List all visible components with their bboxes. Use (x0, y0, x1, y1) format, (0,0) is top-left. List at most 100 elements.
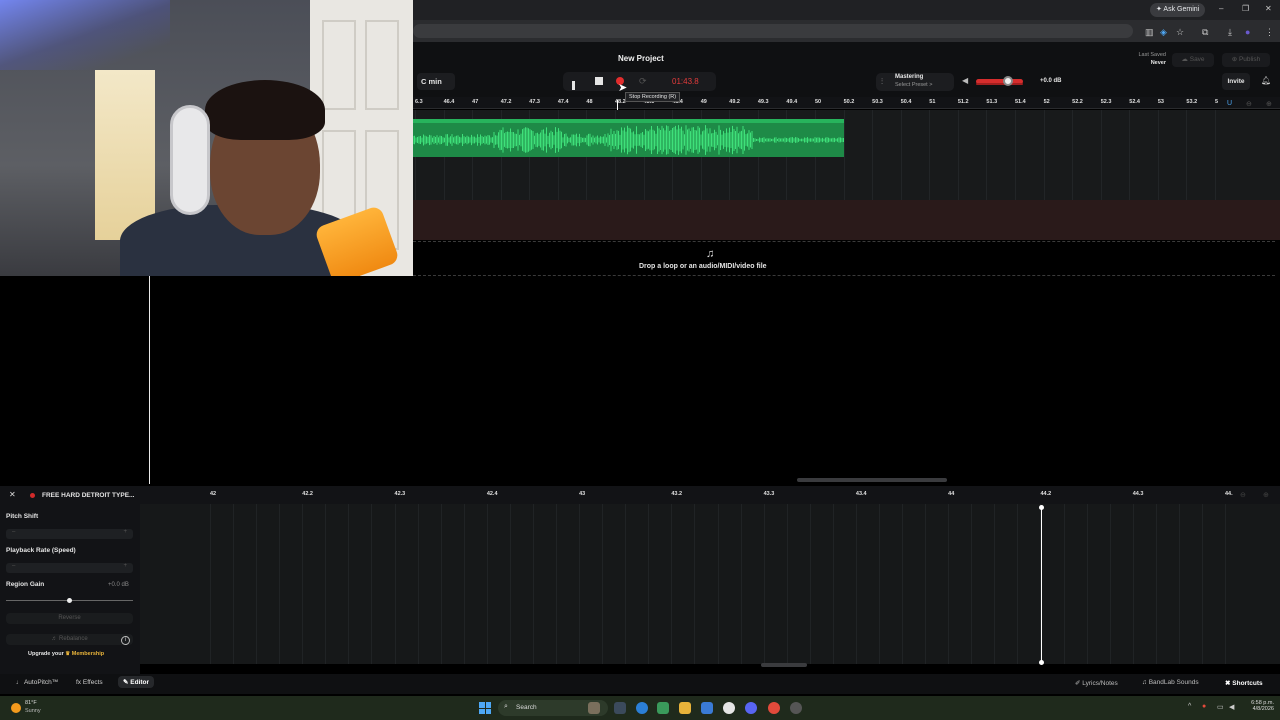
editor-ruler-tick: 44. (1225, 491, 1233, 497)
stop-icon[interactable] (595, 77, 603, 85)
weather-temp[interactable]: 81°F (25, 700, 37, 706)
time-display: 01:43.8 (672, 77, 699, 86)
editor-playhead[interactable] (1041, 507, 1042, 663)
sidebar-icon[interactable]: ▥ (1145, 27, 1154, 38)
editor-grid-line (1225, 504, 1226, 664)
minus-icon[interactable]: – (12, 529, 15, 535)
horizontal-scrollbar[interactable] (797, 478, 947, 482)
weather-condition[interactable]: Sunny (25, 708, 41, 714)
reverse-button[interactable]: Reverse (6, 613, 133, 624)
editor-grid-line (1201, 504, 1203, 664)
zoom-in-icon[interactable]: ⊕ (1266, 100, 1272, 108)
address-bar[interactable] (413, 24, 1133, 38)
file-explorer-icon[interactable] (679, 702, 691, 714)
minus-icon[interactable]: – (12, 563, 15, 569)
copilot-icon[interactable] (657, 702, 669, 714)
playback-rate-label: Playback Rate (Speed) (6, 547, 76, 554)
editor-ruler-tick: 42.3 (394, 491, 406, 497)
ruler-tick-label: 49.4 (786, 99, 798, 105)
editor-ruler[interactable]: 42 42.2 42.3 42.4 43 43.2 43.3 43.4 44 44.2 44.3 44… (0, 486, 1280, 504)
crown-icon: ♛ (65, 651, 71, 657)
editor-divider-line (149, 276, 150, 484)
rebalance-button[interactable]: ♬ Rebalance (6, 634, 133, 645)
editor-playhead-bottom[interactable] (1039, 660, 1044, 665)
lyrics-notes-button[interactable]: ✐ Lyrics/Notes (1075, 679, 1118, 687)
weather-sun-icon[interactable] (11, 703, 21, 713)
tray-chevron-icon[interactable]: ^ (1188, 703, 1191, 710)
maximize-button[interactable]: ❐ (1242, 4, 1249, 13)
plus-icon[interactable]: + (123, 563, 127, 569)
app-icon[interactable] (723, 702, 735, 714)
minimize-button[interactable]: – (1219, 4, 1223, 13)
effects-button[interactable]: fx Effects (76, 679, 103, 686)
region-gain-knob[interactable] (67, 598, 72, 603)
settings-gear-icon[interactable] (790, 702, 802, 714)
editor-zoom-out-icon[interactable]: ⊖ (1240, 491, 1246, 499)
store-icon[interactable] (701, 702, 713, 714)
audio-region-header[interactable] (413, 119, 844, 123)
master-volume-knob[interactable] (1003, 76, 1013, 86)
editor-playhead-top[interactable] (1039, 505, 1044, 510)
tray-display-icon[interactable]: ▭ (1217, 703, 1224, 711)
chrome-icon[interactable] (768, 702, 780, 714)
extensions-puzzle-icon[interactable]: ⧉ (1202, 27, 1208, 38)
mastering-preset[interactable]: Select Preset > (895, 82, 932, 88)
editor-zoom-in-icon[interactable]: ⊕ (1263, 491, 1269, 499)
loop-icon[interactable]: ⟳ (639, 76, 647, 87)
ruler-tick-label: 51.3 (986, 99, 998, 105)
extension-icon[interactable]: ◈ (1160, 27, 1167, 38)
audio-waveform (413, 125, 844, 155)
shortcuts-button[interactable]: ✖ Shortcuts (1225, 679, 1263, 687)
bandlab-sounds-button[interactable]: ♫ BandLab Sounds (1142, 679, 1199, 686)
project-title[interactable]: New Project (618, 54, 664, 63)
ruler-tick-label: 51.4 (1015, 99, 1026, 105)
browser-menu-icon[interactable]: ⋮ (1265, 27, 1274, 38)
editor-grid-line (671, 504, 673, 664)
editor-scrollbar[interactable] (761, 663, 807, 667)
pitch-shift-stepper[interactable]: – + (6, 529, 133, 539)
magnet-icon[interactable]: U (1227, 100, 1232, 107)
tray-volume-icon[interactable]: ◀ (1229, 703, 1234, 711)
edge-icon[interactable] (636, 702, 648, 714)
ruler-tick-label: 50.3 (872, 99, 883, 105)
widget-icon[interactable] (588, 702, 600, 714)
taskbar-clock[interactable]: 6:58 p.m. 4/8/2026 (1244, 700, 1274, 712)
recording-track[interactable] (413, 200, 1280, 240)
upgrade-membership-link[interactable]: Upgrade your ♛ Membership (28, 651, 104, 657)
region-color-dot (30, 493, 35, 498)
autopitch-button[interactable]: ♩ AutoPitch™ (16, 679, 58, 686)
windows-start-icon[interactable] (479, 702, 491, 714)
ask-gemini-button[interactable]: ✦ Ask Gemini (1150, 3, 1206, 17)
drop-zone[interactable] (413, 241, 1275, 276)
zoom-out-icon[interactable]: ⊖ (1246, 100, 1252, 108)
bell-icon[interactable]: 🔔︎ (1261, 76, 1271, 85)
close-window-button[interactable]: ✕ (1265, 4, 1272, 13)
task-view-icon[interactable] (614, 702, 626, 714)
plus-icon[interactable]: + (123, 529, 127, 535)
editor-grid-line (256, 504, 258, 664)
playback-rate-stepper[interactable]: – + (6, 563, 133, 573)
save-button[interactable]: ☁ Save (1172, 53, 1214, 67)
pause-icon[interactable] (572, 77, 580, 108)
timeline-ruler[interactable]: 6.3 46.4 47 47.2 47.3 47.4 48 48.2 48.3 48.4 49 49.… (413, 97, 1280, 109)
publish-button[interactable]: ⊕ Publish (1222, 53, 1270, 67)
editor-grid-line (602, 504, 604, 664)
profile-avatar-icon[interactable]: ● (1245, 27, 1250, 37)
invite-button[interactable]: Invite (1222, 73, 1250, 90)
ruler-tick-label: 53.2 (1186, 99, 1198, 105)
tray-mic-icon[interactable]: ● (1202, 703, 1206, 710)
editor-ruler-tick: 44.3 (1132, 491, 1144, 497)
info-icon[interactable]: i (121, 636, 130, 645)
editor-button[interactable]: ✎ Editor (118, 676, 155, 688)
key-selector-button[interactable]: C min (417, 73, 455, 90)
editor-grid-line (902, 504, 904, 664)
editor-grid-line (717, 504, 719, 664)
bookmark-star-icon[interactable]: ☆ (1176, 27, 1184, 38)
close-editor-icon[interactable]: ✕ (9, 490, 16, 499)
master-volume-value: +0.0 dB (1040, 78, 1062, 84)
download-icon[interactable]: ⤓ (1228, 27, 1232, 38)
speaker-icon[interactable]: ◀ (962, 76, 968, 85)
discord-icon[interactable] (745, 702, 757, 714)
ruler-tick-label: 50 (815, 99, 822, 105)
editor-grid-line (832, 504, 834, 664)
